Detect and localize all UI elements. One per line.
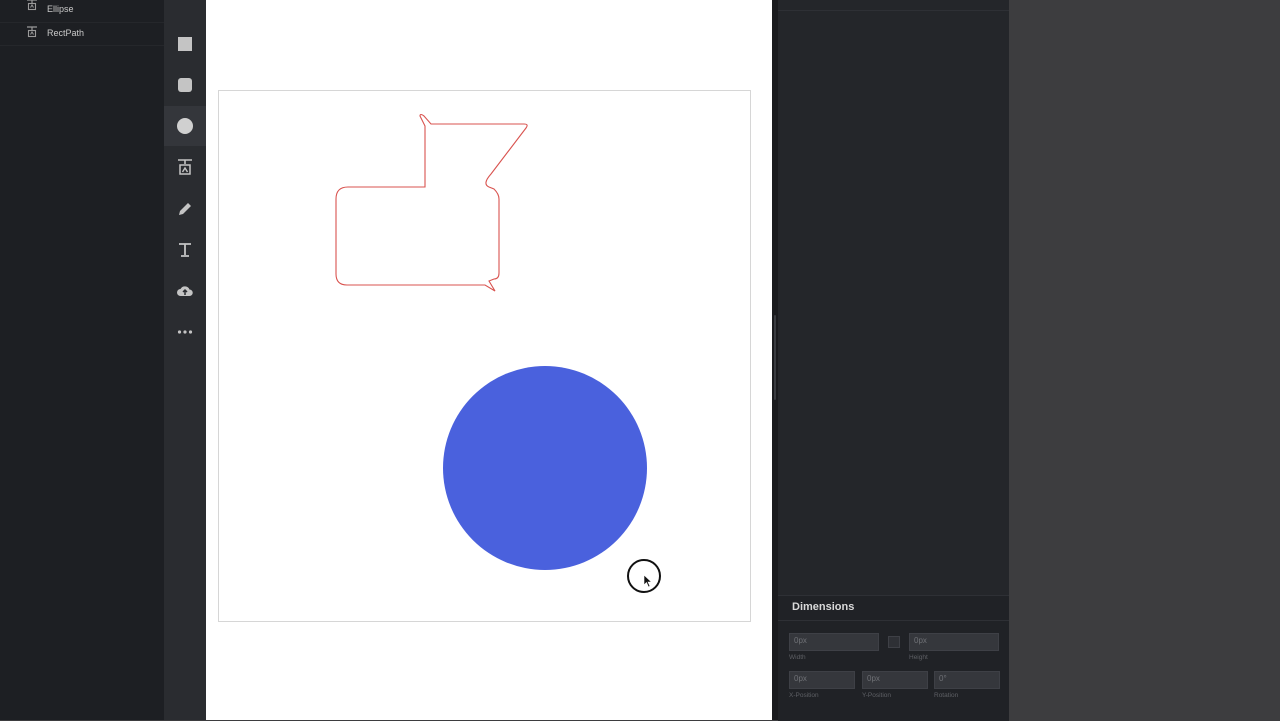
height-input[interactable]: 0px [909, 633, 999, 651]
mouse-cursor-icon [627, 559, 661, 593]
canvas-area[interactable] [206, 0, 772, 720]
layers-panel: Ellipse RectPath [0, 0, 165, 720]
more-tools-button[interactable] [164, 312, 206, 352]
layer-item-rectpath[interactable]: RectPath [0, 23, 164, 46]
height-label: Height [909, 654, 928, 661]
square-icon [178, 37, 192, 51]
panel-divider-line [778, 10, 1009, 11]
cloud-upload-icon [177, 286, 193, 296]
width-label: Width [789, 654, 806, 661]
rotation-input[interactable]: 0° [934, 671, 1000, 689]
rotation-label: Rotation [934, 692, 959, 699]
text-path-icon [27, 0, 37, 11]
text-path-icon [27, 26, 37, 38]
pencil-icon [179, 203, 191, 215]
tools-toolbar [164, 0, 206, 720]
text-path-tool[interactable] [164, 147, 206, 187]
text-tool[interactable] [164, 230, 206, 270]
x-position-input[interactable]: 0px [789, 671, 855, 689]
width-input[interactable]: 0px [789, 633, 879, 651]
resize-handle[interactable] [774, 315, 776, 400]
layer-label: RectPath [47, 28, 85, 38]
layer-label: Ellipse [47, 4, 74, 14]
dimensions-section: Dimensions 0px Width 0px Height 0px X-Po… [778, 595, 1009, 721]
ellipse-shape[interactable] [443, 366, 647, 570]
layer-item-ellipse[interactable]: Ellipse [0, 0, 164, 23]
dimensions-title: Dimensions [792, 601, 855, 613]
text-icon [179, 243, 191, 257]
rectangle-tool[interactable] [164, 24, 206, 64]
more-dots-icon [177, 330, 193, 334]
rect-path-shape[interactable] [335, 113, 528, 292]
y-position-input[interactable]: 0px [862, 671, 928, 689]
aspect-lock-icon[interactable] [888, 636, 900, 648]
pen-tool[interactable] [164, 189, 206, 229]
circle-icon [177, 118, 193, 134]
y-position-label: Y-Position [862, 692, 892, 699]
ellipse-tool[interactable] [164, 106, 206, 146]
x-position-label: X-Position [789, 692, 819, 699]
properties-panel: Dimensions 0px Width 0px Height 0px X-Po… [778, 0, 1009, 721]
artboard[interactable] [218, 90, 751, 622]
upload-tool[interactable] [164, 271, 206, 311]
text-path-icon [178, 159, 192, 175]
artboard-svg [335, 113, 647, 570]
dimensions-header[interactable]: Dimensions [778, 596, 1009, 621]
rounded-rectangle-tool[interactable] [164, 65, 206, 105]
empty-background [1009, 0, 1280, 720]
rounded-square-icon [178, 78, 192, 92]
